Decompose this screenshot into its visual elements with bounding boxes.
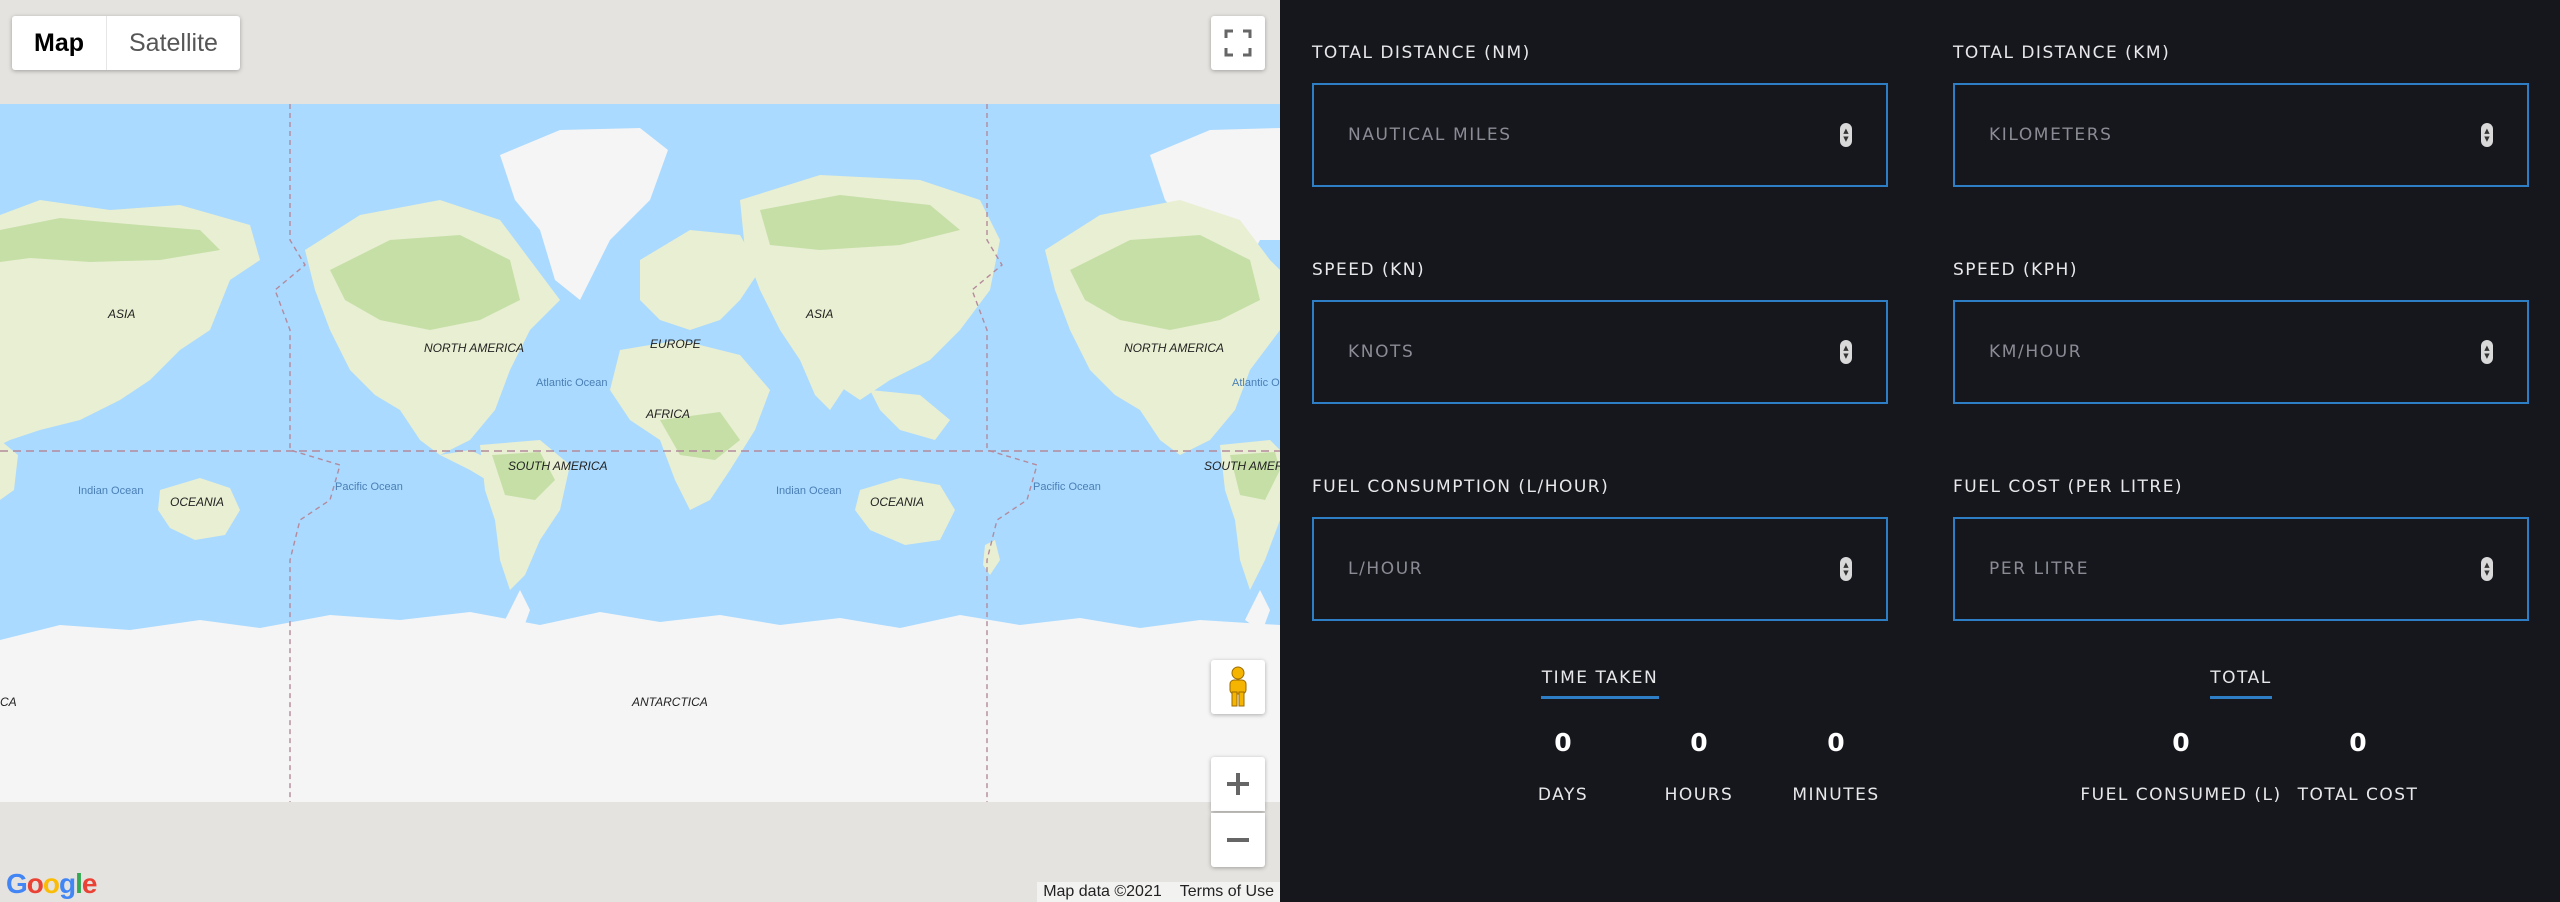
map-data-credit: Map data ©2021 — [1043, 883, 1162, 900]
zoom-out-button[interactable] — [1211, 813, 1265, 867]
total-distance-nm-input[interactable]: NAUTICAL MILES ▲ ▼ — [1312, 83, 1888, 187]
total-heading: TOTAL — [2210, 668, 2272, 699]
time-taken-heading: TIME TAKEN — [1541, 668, 1659, 699]
fuel-cost-placeholder: PER LITRE — [1989, 559, 2090, 579]
map-label-north-america-right: NORTH AMERICA — [1124, 341, 1224, 355]
map-type-satellite-button[interactable]: Satellite — [107, 16, 240, 70]
total-cost-value: 0 — [2349, 728, 2367, 757]
number-spinner-icon[interactable]: ▲ ▼ — [1840, 340, 1852, 364]
map-label-oceania-left: OCEANIA — [170, 495, 224, 509]
speed-kn-label: SPEED (KN) — [1312, 260, 1426, 280]
speed-kph-input[interactable]: KM/HOUR ▲ ▼ — [1953, 300, 2529, 404]
speed-kph-placeholder: KM/HOUR — [1989, 342, 2083, 362]
map-label-antarctica-edge: CA — [0, 695, 17, 709]
minutes-stat: 0 MINUTES — [1736, 728, 1936, 805]
minutes-label: MINUTES — [1792, 785, 1880, 805]
zoom-in-icon — [1227, 773, 1249, 795]
map-label-antarctica: ANTARCTICA — [631, 695, 708, 709]
speed-kn-input[interactable]: KNOTS ▲ ▼ — [1312, 300, 1888, 404]
map-label-africa: AFRICA — [645, 407, 690, 421]
map-type-map-button[interactable]: Map — [12, 16, 107, 70]
zoom-in-button[interactable] — [1211, 757, 1265, 811]
total-cost-label: TOTAL COST — [2297, 785, 2419, 805]
map-label-atlantic: Atlantic Ocean — [536, 377, 608, 389]
total-distance-km-input[interactable]: KILOMETERS ▲ ▼ — [1953, 83, 2529, 187]
fuel-consumption-label: FUEL CONSUMPTION (L/HOUR) — [1312, 477, 1610, 497]
pegman-icon — [1229, 666, 1247, 707]
fullscreen-button[interactable] — [1211, 16, 1265, 70]
total-distance-nm-placeholder: NAUTICAL MILES — [1348, 125, 1512, 145]
number-spinner-icon[interactable]: ▲ ▼ — [1840, 557, 1852, 581]
speed-kn-placeholder: KNOTS — [1348, 342, 1415, 362]
fuel-consumption-input[interactable]: L/HOUR ▲ ▼ — [1312, 517, 1888, 621]
map-label-europe: EUROPE — [650, 337, 702, 351]
street-view-pegman-button[interactable] — [1211, 660, 1265, 714]
map-label-asia-left: ASIA — [107, 307, 135, 321]
total-cost-stat: 0 TOTAL COST — [2248, 728, 2468, 805]
map-label-asia-center: ASIA — [805, 307, 833, 321]
total-distance-km-placeholder: KILOMETERS — [1989, 125, 2113, 145]
map-label-indian-left: Indian Ocean — [78, 485, 143, 497]
map-label-pacific-left: Pacific Ocean — [335, 481, 403, 493]
number-spinner-icon[interactable]: ▲ ▼ — [1840, 123, 1852, 147]
world-map[interactable]: ASIA NORTH AMERICA EUROPE ASIA AFRICA SO… — [0, 0, 1280, 902]
total-distance-km-label: TOTAL DISTANCE (KM) — [1953, 43, 2171, 63]
number-spinner-icon[interactable]: ▲ ▼ — [2481, 340, 2493, 364]
fuel-consumption-placeholder: L/HOUR — [1348, 559, 1424, 579]
minutes-value: 0 — [1827, 728, 1845, 757]
terms-of-use-link[interactable]: Terms of Use — [1180, 883, 1274, 901]
map-label-indian-right: Indian Ocean — [776, 485, 841, 497]
number-spinner-icon[interactable]: ▲ ▼ — [2481, 557, 2493, 581]
map-attribution: Map data ©2021 Terms of Use — [1037, 882, 1280, 902]
fullscreen-icon — [1224, 29, 1252, 57]
map-label-pacific-right: Pacific Ocean — [1033, 481, 1101, 493]
map-type-control: Map Satellite — [12, 16, 240, 70]
fuel-calculator-panel: TOTAL DISTANCE (NM) NAUTICAL MILES ▲ ▼ TO… — [1280, 0, 2560, 902]
map-label-oceania-right: OCEANIA — [870, 495, 924, 509]
map-label-south-america-right: SOUTH AMERICA — [1204, 459, 1280, 473]
google-logo[interactable]: Google — [6, 868, 97, 900]
map-label-north-america: NORTH AMERICA — [424, 341, 524, 355]
number-spinner-icon[interactable]: ▲ ▼ — [2481, 123, 2493, 147]
map-label-south-america: SOUTH AMERICA — [508, 459, 608, 473]
speed-kph-label: SPEED (KPH) — [1953, 260, 2078, 280]
fuel-cost-input[interactable]: PER LITRE ▲ ▼ — [1953, 517, 2529, 621]
zoom-out-icon — [1227, 838, 1249, 842]
fuel-cost-label: FUEL COST (PER LITRE) — [1953, 477, 2184, 497]
map-view[interactable]: ASIA NORTH AMERICA EUROPE ASIA AFRICA SO… — [0, 0, 1280, 902]
total-distance-nm-label: TOTAL DISTANCE (NM) — [1312, 43, 1531, 63]
map-label-atlantic-right: Atlantic Ocean — [1232, 377, 1280, 389]
